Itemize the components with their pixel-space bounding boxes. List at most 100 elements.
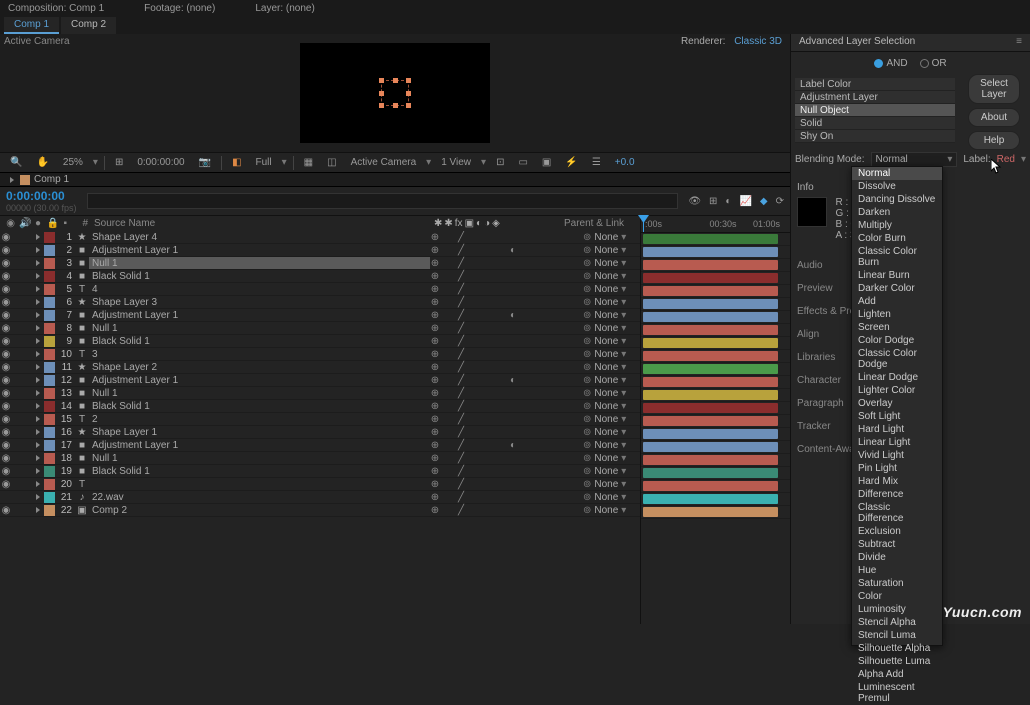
quality-switch[interactable]: ╱ [456, 232, 466, 243]
shy-switch[interactable]: ⊕ [430, 453, 440, 464]
layer-name[interactable]: 2 [92, 414, 98, 425]
shy-switch[interactable]: ⊕ [430, 310, 440, 321]
parent-dropdown[interactable]: ⊚None▾ [580, 440, 640, 451]
visibility-toggle-icon[interactable]: ◉ [0, 349, 12, 360]
blending-mode-menu[interactable]: NormalDissolveDancing DissolveDarkenMult… [851, 166, 943, 646]
quality-switch[interactable]: ╱ [456, 440, 466, 451]
blend-mode-option[interactable]: Saturation [852, 577, 942, 590]
twirl-icon[interactable] [36, 377, 40, 383]
layer-name[interactable]: Black Solid 1 [92, 336, 150, 347]
label-value[interactable]: Red [997, 154, 1015, 165]
blend-mode-option[interactable]: Lighter Color [852, 384, 942, 397]
shy-switch[interactable]: ⊕ [430, 414, 440, 425]
label-color-swatch[interactable] [44, 362, 55, 373]
layer-row[interactable]: ◉ 5 T 4 ⊕ ╱ ⊚None▾ [0, 283, 640, 296]
twirl-icon[interactable] [36, 403, 40, 409]
visibility-toggle-icon[interactable]: ◉ [0, 440, 12, 451]
filter-list[interactable]: Label ColorAdjustment LayerNull ObjectSo… [795, 78, 955, 143]
layer-bar-row[interactable] [641, 285, 790, 298]
label-color-swatch[interactable] [44, 284, 55, 295]
quality-switch[interactable]: ╱ [456, 492, 466, 503]
views-dropdown[interactable]: 1 View [437, 157, 475, 168]
quality-switch[interactable]: ╱ [456, 245, 466, 256]
layer-name[interactable]: Black Solid 1 [92, 466, 150, 477]
quality-switch[interactable]: ╱ [456, 505, 466, 516]
blend-mode-option[interactable]: Dissolve [852, 180, 942, 193]
channel-icon[interactable]: ⊞ [111, 157, 127, 168]
layer-bar-row[interactable] [641, 298, 790, 311]
layer-row[interactable]: 21 ♪ 22.wav ⊕ ╱ ⊚None▾ [0, 491, 640, 504]
adjustment-switch[interactable]: ◐ [508, 245, 518, 256]
twirl-icon[interactable] [36, 481, 40, 487]
twirl-icon[interactable] [36, 260, 40, 266]
blend-mode-option[interactable]: Linear Light [852, 436, 942, 449]
twirl-icon[interactable] [36, 338, 40, 344]
shy-switch[interactable]: ⊕ [430, 362, 440, 373]
selected-shape-handles[interactable] [381, 80, 409, 106]
parent-dropdown[interactable]: ⊚None▾ [580, 310, 640, 321]
layer-duration-bar[interactable] [643, 377, 778, 387]
blend-mode-option[interactable]: Soft Light [852, 410, 942, 423]
layer-duration-bar[interactable] [643, 429, 778, 439]
blend-mode-option[interactable]: Exclusion [852, 525, 942, 538]
comp-tab[interactable]: Comp 1 [4, 17, 59, 34]
hand-icon[interactable]: ✋ [32, 157, 52, 168]
visibility-toggle-icon[interactable]: ◉ [0, 323, 12, 334]
radio-and[interactable]: AND [874, 58, 907, 69]
col-switch2[interactable]: ✱ [444, 218, 452, 229]
twirl-icon[interactable] [36, 325, 40, 331]
label-color-swatch[interactable] [44, 258, 55, 269]
layer-list[interactable]: ◉ 1 ★ Shape Layer 4 ⊕ ╱ ⊚None▾ ◉ 2 ■ Adj… [0, 231, 640, 624]
quality-switch[interactable]: ╱ [456, 479, 466, 490]
exposure[interactable]: +0.0 [611, 157, 639, 168]
label-color-swatch[interactable] [44, 466, 55, 477]
blending-mode-dropdown[interactable]: Normal▾ [871, 152, 958, 167]
transparency-icon[interactable]: ◧ [228, 157, 245, 168]
shy-switch[interactable]: ⊕ [430, 388, 440, 399]
blend-mode-option[interactable]: Lighten [852, 308, 942, 321]
parent-dropdown[interactable]: ⊚None▾ [580, 245, 640, 256]
parent-dropdown[interactable]: ⊚None▾ [580, 232, 640, 243]
comp-tab[interactable]: Comp 2 [61, 17, 116, 34]
visibility-toggle-icon[interactable]: ◉ [0, 232, 12, 243]
layer-name[interactable]: Shape Layer 1 [92, 427, 157, 438]
label-color-swatch[interactable] [44, 440, 55, 451]
shy-switch[interactable]: ⊕ [430, 349, 440, 360]
shy-switch[interactable]: ⊕ [430, 492, 440, 503]
layer-name[interactable]: Shape Layer 3 [92, 297, 157, 308]
view-options-icon[interactable]: ⊡ [492, 157, 508, 168]
layer-row[interactable]: ◉ 14 ■ Black Solid 1 ⊕ ╱ ⊚None▾ [0, 400, 640, 413]
blend-mode-option[interactable]: Normal [852, 167, 942, 180]
blend-mode-option[interactable]: Subtract [852, 538, 942, 551]
shy-switch[interactable]: ⊕ [430, 440, 440, 451]
layer-row[interactable]: ◉ 18 ■ Null 1 ⊕ ╱ ⊚None▾ [0, 452, 640, 465]
motion-blur-toggle-icon[interactable]: ◐ [725, 196, 731, 207]
col-3d[interactable]: ◈ [492, 218, 500, 229]
layer-duration-bar[interactable] [643, 247, 778, 257]
layer-name[interactable]: Null 1 [92, 388, 118, 399]
blend-mode-option[interactable]: Hard Mix [852, 475, 942, 488]
label-color-swatch[interactable] [44, 401, 55, 412]
panel-tab-composition[interactable]: Composition: Comp 1 [8, 3, 104, 14]
col-lock-icon[interactable]: 🔒 [47, 218, 57, 229]
blend-mode-option[interactable]: Classic Difference [852, 501, 942, 525]
about-button[interactable]: About [968, 108, 1020, 127]
layer-duration-bar[interactable] [643, 299, 778, 309]
layer-name[interactable]: Adjustment Layer 1 [92, 245, 178, 256]
layer-bar-row[interactable] [641, 363, 790, 376]
quality-switch[interactable]: ╱ [456, 284, 466, 295]
render-icon[interactable]: ⟳ [776, 196, 784, 207]
label-color-swatch[interactable] [44, 271, 55, 282]
radio-or[interactable]: OR [920, 58, 947, 69]
layer-bar-row[interactable] [641, 454, 790, 467]
draft3d-icon[interactable]: ◆ [760, 196, 768, 207]
label-color-swatch[interactable] [44, 479, 55, 490]
layer-row[interactable]: ◉ 22 ▣ Comp 2 ⊕ ╱ ⊚None▾ [0, 504, 640, 517]
layer-bar-row[interactable] [641, 324, 790, 337]
parent-dropdown[interactable]: ⊚None▾ [580, 401, 640, 412]
label-color-swatch[interactable] [44, 492, 55, 503]
filter-item[interactable]: Solid [795, 117, 955, 130]
visibility-toggle-icon[interactable]: ◉ [0, 414, 12, 425]
label-color-swatch[interactable] [44, 297, 55, 308]
layer-name[interactable]: Adjustment Layer 1 [92, 440, 178, 451]
